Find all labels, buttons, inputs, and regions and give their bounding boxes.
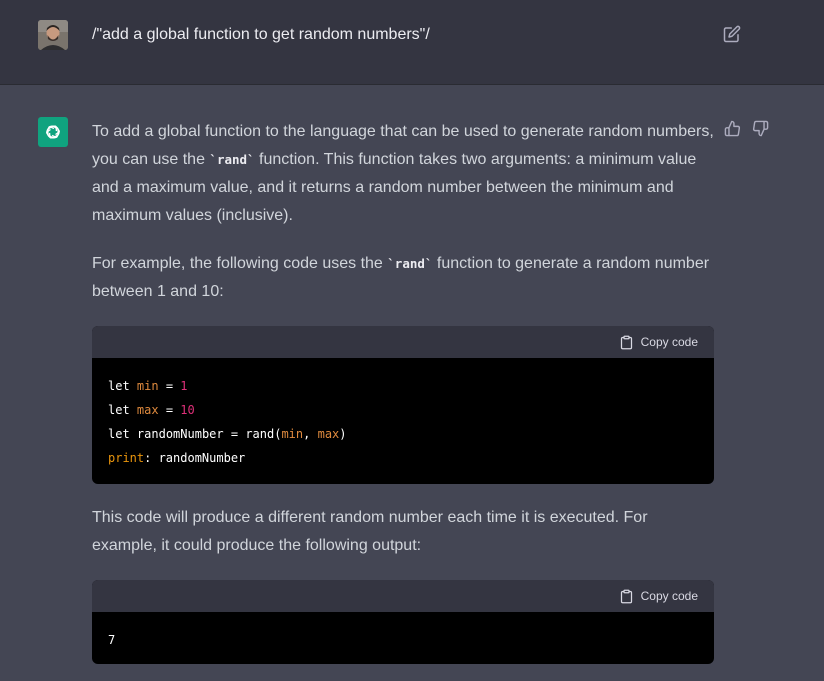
code-body: 7 (92, 612, 714, 664)
openai-logo-icon (38, 117, 68, 147)
code-variable: min (136, 379, 159, 393)
assistant-message-row: To add a global function to the language… (0, 86, 824, 681)
thumbs-up-icon[interactable] (724, 120, 741, 137)
code-block-header: Copy code (92, 580, 714, 612)
code-line: print: randomNumber (108, 446, 698, 470)
code-operator: = (223, 427, 246, 441)
clipboard-icon (620, 589, 632, 603)
code-keyword: let (108, 427, 130, 441)
code-keyword: let (108, 403, 130, 417)
copy-code-button[interactable]: Copy code (619, 588, 698, 604)
code-identifier: randomNumber (158, 451, 246, 465)
inline-code-rand: `rand` (209, 152, 255, 167)
code-block-header: Copy code (92, 326, 714, 358)
thumbs-down-icon[interactable] (752, 120, 769, 137)
paragraph-intro: To add a global function to the language… (92, 118, 714, 230)
code-block-output: Copy code 7 (92, 580, 714, 664)
code-variable: max (317, 427, 340, 441)
code-line: let max = 10 (108, 398, 698, 422)
code-body: let min = 1 let max = 10 let randomNumber … (92, 358, 714, 484)
code-line: let randomNumber = rand(min, max) (108, 422, 698, 446)
code-operator: = (158, 379, 181, 393)
code-number: 1 (180, 379, 188, 393)
code-colon: : (144, 451, 159, 465)
copy-code-button[interactable]: Copy code (619, 334, 698, 350)
paragraph-example: For example, the following code uses the… (92, 250, 714, 306)
code-separator: , (303, 427, 318, 441)
edit-icon[interactable] (723, 25, 741, 43)
user-prompt-text: /"add a global function to get random nu… (92, 26, 430, 43)
code-variable: max (136, 403, 159, 417)
code-line: let min = 1 (108, 374, 698, 398)
code-number: 10 (180, 403, 195, 417)
paragraph-text: For example, the following code uses the (92, 255, 388, 272)
code-keyword: let (108, 379, 130, 393)
assistant-message-content: To add a global function to the language… (92, 118, 714, 681)
code-block-example: Copy code let min = 1 let max = 10 let ran… (92, 326, 714, 484)
code-operator: = (158, 403, 181, 417)
code-property: print (108, 451, 145, 465)
copy-code-label: Copy code (640, 589, 698, 603)
user-message-row: /"add a global function to get random nu… (0, 0, 824, 85)
code-function: rand (245, 427, 275, 441)
paragraph-output: This code will produce a different rando… (92, 509, 648, 554)
code-identifier: randomNumber (136, 427, 224, 441)
inline-code-rand: `rand` (387, 256, 433, 271)
clipboard-icon (620, 335, 632, 349)
code-paren: ) (339, 427, 347, 441)
copy-code-label: Copy code (640, 335, 698, 349)
user-avatar (38, 20, 68, 50)
code-output: 7 (108, 633, 116, 647)
code-variable: min (281, 427, 304, 441)
